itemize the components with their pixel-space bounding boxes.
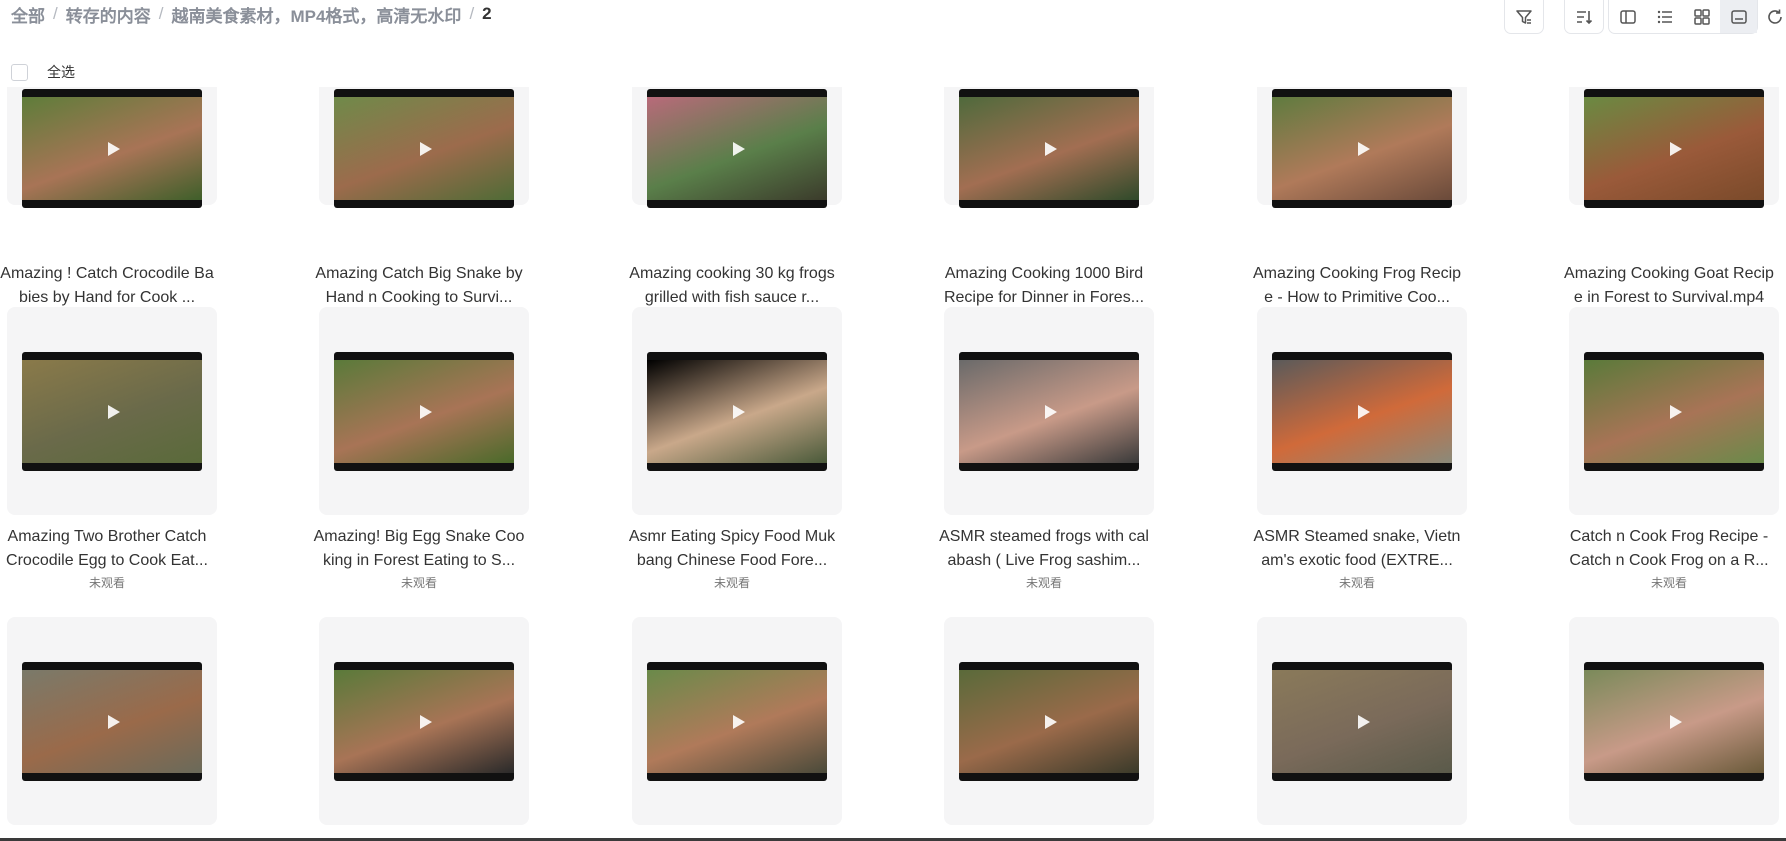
breadcrumb-separator: / (469, 4, 475, 23)
play-icon (1670, 404, 1682, 419)
select-all-checkbox[interactable] (11, 63, 28, 81)
file-name[interactable]: Asmr Eating Spicy Food Mukbang Chinese F… (625, 525, 839, 573)
play-icon (1045, 714, 1057, 729)
play-icon (1670, 714, 1682, 729)
file-name[interactable]: Amazing Cooking Frog Recipe - How to Pri… (1250, 262, 1464, 310)
video-thumbnail[interactable] (959, 662, 1139, 781)
video-thumbnail[interactable] (959, 89, 1139, 208)
breadcrumb-separator: / (158, 4, 164, 23)
play-icon (1358, 714, 1370, 729)
filter-icon (1515, 8, 1533, 26)
video-thumbnail[interactable] (959, 352, 1139, 471)
file-name[interactable]: Amazing Catch Big Snake by Hand n Cookin… (312, 262, 526, 310)
filter-button[interactable] (1504, 0, 1544, 34)
play-icon (1358, 141, 1370, 156)
file-name[interactable]: Amazing Two Brother Catch Crocodile Egg … (0, 525, 214, 573)
file-name[interactable]: Amazing Cooking 1000 Bird Recipe for Din… (937, 262, 1151, 310)
refresh-button[interactable] (1758, 0, 1786, 34)
file-name[interactable]: ASMR steamed frogs with calabash ( Live … (937, 525, 1151, 573)
file-name[interactable]: Amazing ! Catch Crocodile Babies by Hand… (0, 262, 214, 310)
play-icon (1358, 404, 1370, 419)
breadcrumb-folder[interactable]: 越南美食素材，MP4格式，高清无水印 (171, 2, 461, 27)
file-grid: Amazing ! Catch Crocodile Babies by Hand… (0, 87, 1786, 841)
file-name[interactable]: Amazing Cooking Goat Recipe in Forest to… (1562, 262, 1776, 310)
watch-status: 未观看 (88, 576, 125, 590)
watch-status: 未观看 (1025, 576, 1062, 590)
play-icon (1045, 404, 1057, 419)
columns-view-button[interactable] (1609, 0, 1646, 33)
play-icon (420, 141, 432, 156)
breadcrumb-separator: / (53, 4, 58, 23)
list-view-button[interactable] (1646, 0, 1683, 33)
view-mode-group (1608, 0, 1758, 34)
video-thumbnail[interactable] (1272, 662, 1452, 781)
select-all-label: 全选 (47, 64, 75, 80)
breadcrumb-saved-content[interactable]: 转存的内容 (66, 2, 151, 27)
play-icon (108, 404, 120, 419)
play-icon (108, 714, 120, 729)
video-thumbnail[interactable] (647, 662, 827, 781)
watch-status: 未观看 (400, 576, 437, 590)
file-name[interactable]: Amazing cooking 30 kg frogs grilled with… (625, 262, 839, 310)
play-icon (733, 404, 745, 419)
breadcrumb-current: 2 (482, 4, 492, 23)
play-icon (1670, 141, 1682, 156)
video-thumbnail[interactable] (22, 352, 202, 471)
video-thumbnail[interactable] (1584, 662, 1764, 781)
watch-status: 未观看 (1338, 576, 1375, 590)
video-thumbnail[interactable] (1584, 89, 1764, 208)
large-view-icon (1730, 8, 1748, 26)
video-thumbnail[interactable] (22, 89, 202, 208)
sort-button[interactable] (1564, 0, 1604, 34)
breadcrumb: 全部 / 转存的内容 / 越南美食素材，MP4格式，高清无水印 / 2 (11, 1, 492, 27)
file-name[interactable]: ASMR Steamed snake, Vietnam's exotic foo… (1250, 525, 1464, 573)
large-view-button[interactable] (1720, 0, 1757, 33)
columns-view-icon (1619, 8, 1637, 26)
select-all[interactable]: 全选 (11, 62, 75, 82)
video-thumbnail[interactable] (647, 89, 827, 208)
watch-status: 未观看 (713, 576, 750, 590)
grid-view-icon (1693, 8, 1711, 26)
video-thumbnail[interactable] (334, 89, 514, 208)
list-view-icon (1656, 8, 1674, 26)
video-thumbnail[interactable] (334, 352, 514, 471)
toolbar (1456, 0, 1786, 34)
video-thumbnail[interactable] (1272, 352, 1452, 471)
video-thumbnail[interactable] (334, 662, 514, 781)
play-icon (420, 404, 432, 419)
video-thumbnail[interactable] (1272, 89, 1452, 208)
file-name[interactable]: Catch n Cook Frog Recipe - Catch n Cook … (1562, 525, 1776, 573)
watch-status: 未观看 (1650, 576, 1687, 590)
refresh-icon (1766, 8, 1784, 26)
play-icon (733, 714, 745, 729)
play-icon (420, 714, 432, 729)
video-thumbnail[interactable] (1584, 352, 1764, 471)
video-thumbnail[interactable] (22, 662, 202, 781)
play-icon (108, 141, 120, 156)
video-thumbnail[interactable] (647, 352, 827, 471)
play-icon (733, 141, 745, 156)
breadcrumb-all[interactable]: 全部 (11, 2, 45, 27)
sort-icon (1575, 8, 1593, 26)
grid-view-button[interactable] (1683, 0, 1720, 33)
play-icon (1045, 141, 1057, 156)
file-name[interactable]: Amazing! Big Egg Snake Cooking in Forest… (312, 525, 526, 573)
